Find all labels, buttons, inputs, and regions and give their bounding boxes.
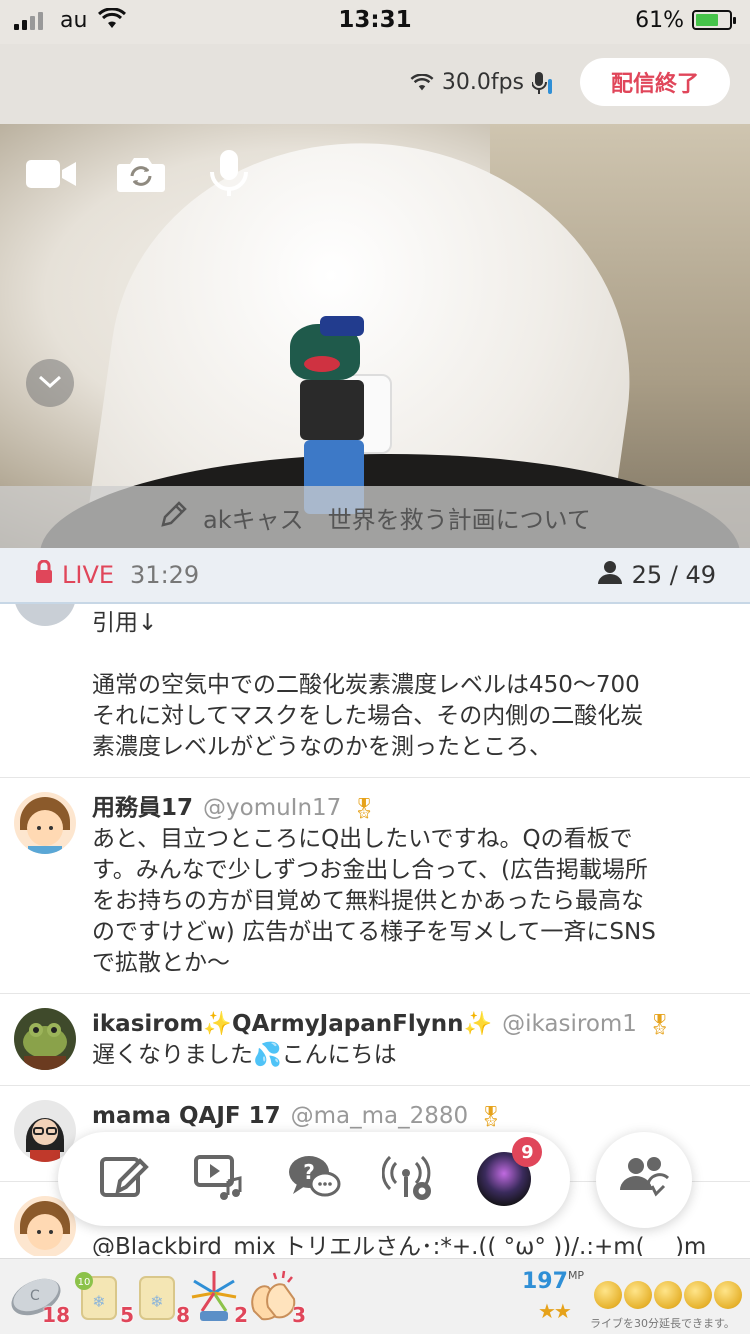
question-bubble-icon: ? (287, 1152, 341, 1206)
battery-percent: 61% (635, 8, 684, 33)
live-status-bar: LIVE 31:29 25 / 49 (0, 548, 750, 604)
comment-text: 引用↓ 通常の空気中での二酸化炭素濃度レベルは450〜700 それに対してマスク… (92, 610, 644, 760)
status-bar: au 13:31 61% (0, 0, 750, 44)
avatar[interactable] (14, 792, 76, 854)
broadcast-gear-icon (381, 1151, 436, 1207)
live-indicator: LIVE 31:29 (34, 559, 200, 590)
avatar[interactable] (14, 1008, 76, 1070)
stream-title-bar[interactable]: akキャス 世界を救う計画について (0, 486, 750, 548)
gold-coin-icon (654, 1281, 682, 1309)
item-count: 18 (42, 1303, 70, 1327)
comment-username[interactable]: mama QAJF 17 (92, 1100, 281, 1132)
item-coin-slot[interactable]: C 18 (8, 1267, 70, 1327)
comment-item[interactable]: ikasirom✨QArmyJapanFlynn✨ @ikasirom1 🎖 遅… (0, 994, 750, 1086)
gold-coin-icon (624, 1281, 652, 1309)
level-stars: ★★ (538, 1299, 572, 1323)
video-camera-icon[interactable] (26, 158, 78, 194)
broadcast-settings-button[interactable] (377, 1147, 441, 1211)
viewer-count-value: 25 / 49 (631, 561, 716, 589)
camera-preview (0, 124, 750, 548)
comment-header: mama QAJF 17 @ma_ma_2880 🎖 (92, 1100, 730, 1132)
compose-icon (98, 1151, 150, 1207)
question-button[interactable]: ? (282, 1147, 346, 1211)
viewer-avatar-button[interactable]: 9 (472, 1137, 543, 1211)
chevron-down-icon (38, 374, 62, 393)
extension-coins[interactable] (594, 1281, 742, 1309)
svg-text:10: 10 (78, 1277, 91, 1288)
item-firework-slot[interactable]: 2 (186, 1267, 248, 1327)
mp-value: 197 (522, 1269, 568, 1294)
live-label: LIVE (62, 561, 115, 589)
live-elapsed-time: 31:29 (130, 561, 200, 589)
gold-coin-icon (714, 1281, 742, 1309)
people-call-icon (618, 1156, 670, 1204)
microphone-icon[interactable] (208, 148, 250, 202)
item-cup-slot[interactable]: 10 ❄ 5 (72, 1267, 134, 1327)
medal-icon: 🎖 (478, 1104, 504, 1128)
medal-icon: 🎖 (351, 796, 377, 820)
fps-indicator: 30.0fps (410, 70, 554, 95)
comment-username[interactable]: 用務員17 (92, 792, 193, 824)
medal-icon: 🎖 (646, 1012, 673, 1036)
comment-handle[interactable]: @ma_ma_2880 (291, 1100, 469, 1132)
mic-level-icon (532, 71, 552, 94)
comment-item[interactable]: 引用↓ 通常の空気中での二酸化炭素濃度レベルは450〜700 それに対してマスク… (0, 604, 750, 778)
comment-text: @Blackbird_mix トリエルさん･:*+.(( °ω° ))/.:+m… (92, 1234, 707, 1256)
svg-text:❄: ❄ (92, 1292, 105, 1311)
comment-header: 用務員17 @yomuIn17 🎖 (92, 792, 730, 824)
notification-badge: 9 (512, 1137, 543, 1167)
mp-unit: MP (567, 1269, 585, 1282)
collapse-chevron-button[interactable] (26, 359, 74, 407)
action-toolbar: ? 9 (58, 1132, 570, 1226)
video-music-icon (192, 1151, 246, 1207)
viewer-count: 25 / 49 (597, 560, 716, 590)
battery-icon (692, 10, 736, 30)
media-button[interactable] (187, 1147, 251, 1211)
comment-handle[interactable]: @ikasirom1 (502, 1008, 637, 1040)
comment-username[interactable]: ikasirom✨QArmyJapanFlynn✨ (92, 1008, 492, 1040)
comment-text: あと、目立つところにQ出したいですね。Qの看板で す。みんなで少しずつお金出し合… (92, 826, 656, 976)
item-cup2-slot[interactable]: ❄ 8 (128, 1267, 190, 1327)
coin-extension-note: ライブを30分延長できます。 (590, 1317, 735, 1330)
item-clap-slot[interactable]: 3 (244, 1267, 306, 1327)
comment-handle[interactable]: @yomuIn17 (203, 792, 341, 824)
item-count: 3 (292, 1303, 306, 1327)
comment-item[interactable]: 用務員17 @yomuIn17 🎖 あと、目立つところにQ出したいですね。Qの看… (0, 778, 750, 994)
collab-button[interactable] (596, 1132, 692, 1228)
wifi-icon (410, 73, 434, 90)
write-comment-button[interactable] (92, 1147, 156, 1211)
gift-items-bar: C 18 10 ❄ 5 ❄ 8 2 3 197MP ★★ ライブを30分延長できま… (0, 1258, 750, 1334)
stream-title: akキャス 世界を救う計画について (203, 505, 591, 534)
comment-header: ikasirom✨QArmyJapanFlynn✨ @ikasirom1 🎖 (92, 1008, 730, 1040)
stream-topbar: 30.0fps 配信終了 (0, 44, 750, 124)
fps-value: 30.0fps (441, 70, 524, 95)
comment-text: 遅くなりました💦こんにちは (92, 1042, 397, 1068)
lock-icon (34, 559, 54, 590)
avatar[interactable] (14, 604, 76, 626)
gold-coin-icon (684, 1281, 712, 1309)
person-icon (597, 560, 622, 590)
svg-text:❄: ❄ (150, 1292, 163, 1311)
pencil-icon (159, 499, 189, 535)
gold-coin-icon (594, 1281, 622, 1309)
svg-text:C: C (30, 1288, 40, 1304)
mp-points: 197MP (522, 1269, 584, 1294)
end-broadcast-button[interactable]: 配信終了 (580, 58, 730, 106)
switch-camera-icon[interactable] (116, 154, 166, 198)
